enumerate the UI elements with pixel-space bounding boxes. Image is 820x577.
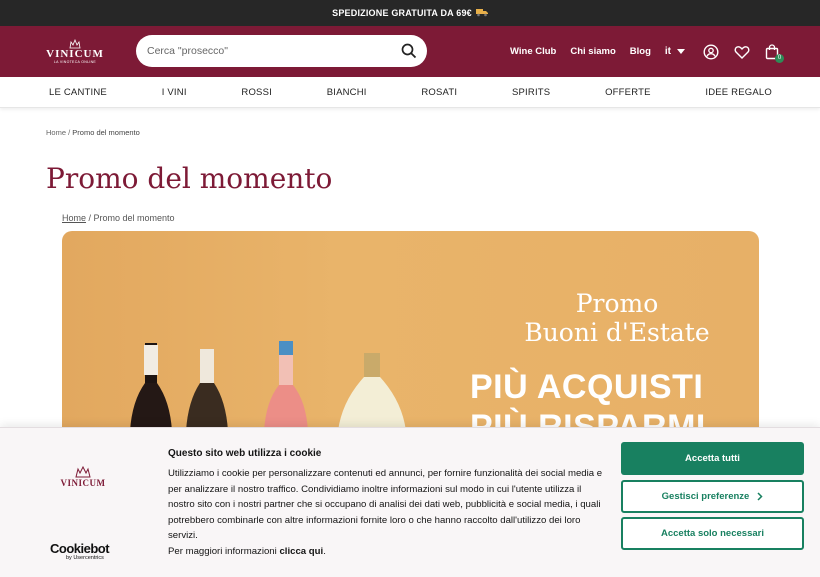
crest-icon — [69, 38, 81, 48]
cookie-title: Questo sito web utilizza i cookie — [168, 448, 322, 459]
crest-icon — [75, 466, 91, 478]
truck-icon — [475, 8, 488, 19]
cookie-text: Utilizziamo i cookie per personalizzare … — [168, 466, 608, 560]
page-title: Promo del momento — [46, 162, 333, 195]
shipping-text: SPEDIZIONE GRATUITA DA 69€ — [332, 8, 472, 18]
language-label: it — [664, 46, 671, 57]
nav-blog[interactable]: Blog — [630, 46, 651, 57]
promo-headline1: PIÙ ACQUISTI — [470, 368, 704, 406]
logo-sub: LA VINOTECA ONLINE — [53, 59, 97, 64]
shipping-banner: SPEDIZIONE GRATUITA DA 69€ — [0, 0, 820, 26]
manage-preferences-label: Gestisci preferenze — [661, 491, 750, 502]
promo-subtitle: Promo Buoni d'Estate — [502, 289, 732, 347]
caret-down-icon — [676, 49, 685, 54]
breadcrumb-sep: / — [86, 213, 94, 223]
nav-wine-club[interactable]: Wine Club — [510, 46, 556, 57]
search-input[interactable] — [147, 45, 401, 57]
accept-all-label: Accetta tutti — [685, 453, 740, 464]
header-nav: Wine Club Chi siamo Blog it 0 — [510, 26, 796, 77]
breadcrumb-home[interactable]: Home — [46, 128, 66, 137]
cookie-more-prefix: Per maggiori informazioni — [168, 545, 280, 557]
accept-necessary-button[interactable]: Accetta solo necessari — [621, 517, 804, 550]
cat-idee-regalo[interactable]: IDEE REGALO — [705, 87, 772, 98]
breadcrumb-secondary: Home / Promo del momento — [62, 213, 175, 223]
promo-line1: Promo — [575, 289, 659, 318]
cat-rossi[interactable]: ROSSI — [241, 87, 272, 98]
cart-icon[interactable]: 0 — [765, 43, 784, 63]
accept-all-button[interactable]: Accetta tutti — [621, 442, 804, 475]
cookie-more-suffix: . — [323, 545, 326, 557]
breadcrumb-home-link[interactable]: Home — [62, 213, 86, 223]
cat-spirits[interactable]: SPIRITS — [512, 87, 550, 98]
cat-i-vini[interactable]: I VINI — [162, 87, 187, 98]
cat-bianchi[interactable]: BIANCHI — [327, 87, 367, 98]
cookie-logo-name: VINICUM — [60, 478, 106, 488]
heart-icon[interactable] — [734, 44, 750, 60]
cookiebot-sub: by Usercentrics — [66, 555, 104, 561]
cookie-consent-dialog: VINICUM Cookiebot by Usercentrics Questo… — [0, 427, 820, 577]
logo-name: VINICUM — [46, 47, 104, 60]
search-box — [136, 35, 427, 67]
category-nav: LE CANTINE I VINI ROSSI BIANCHI ROSATI S… — [0, 77, 820, 108]
breadcrumb: Home / Promo del momento — [46, 128, 140, 137]
site-header: VINICUM LA VINOTECA ONLINE Wine Club Chi… — [0, 26, 820, 77]
cookiebot-logo[interactable]: Cookiebot by Usercentrics — [50, 541, 110, 562]
cookie-description: Utilizziamo i cookie per personalizzare … — [168, 468, 603, 542]
account-icon[interactable] — [703, 43, 719, 60]
breadcrumb-current: Promo del momento — [93, 213, 175, 223]
promo-line2: Buoni d'Estate — [524, 318, 710, 347]
breadcrumb-current: Promo del momento — [72, 128, 140, 137]
accept-necessary-label: Accetta solo necessari — [661, 528, 764, 539]
nav-chi-siamo[interactable]: Chi siamo — [570, 46, 615, 57]
language-selector[interactable]: it — [665, 46, 685, 57]
cookie-more-link[interactable]: clicca qui — [279, 546, 323, 557]
cat-le-cantine[interactable]: LE CANTINE — [49, 87, 107, 98]
chevron-right-icon — [757, 492, 763, 501]
cat-offerte[interactable]: OFFERTE — [605, 87, 651, 98]
cookie-dialog-logo: VINICUM — [60, 466, 106, 502]
cart-count-badge: 0 — [774, 53, 784, 63]
cookiebot-name: Cookiebot — [50, 541, 110, 556]
site-logo[interactable]: VINICUM LA VINOTECA ONLINE — [46, 31, 104, 73]
cookie-more-info: Per maggiori informazioni clicca qui. — [168, 544, 608, 560]
cat-rosati[interactable]: ROSATI — [421, 87, 457, 98]
manage-preferences-button[interactable]: Gestisci preferenze — [621, 480, 804, 513]
search-icon[interactable] — [401, 43, 417, 59]
